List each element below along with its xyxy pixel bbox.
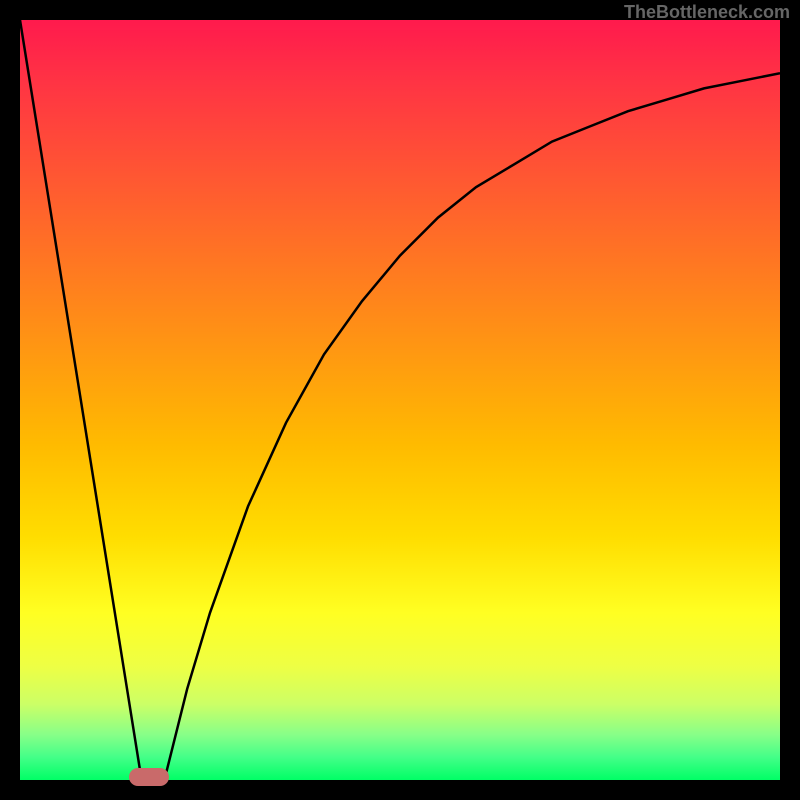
right-ascending-curve [164,73,780,780]
chart-curves [20,20,780,780]
watermark-text: TheBottleneck.com [624,2,790,23]
bottleneck-marker [129,768,169,786]
left-descending-line [20,20,142,780]
